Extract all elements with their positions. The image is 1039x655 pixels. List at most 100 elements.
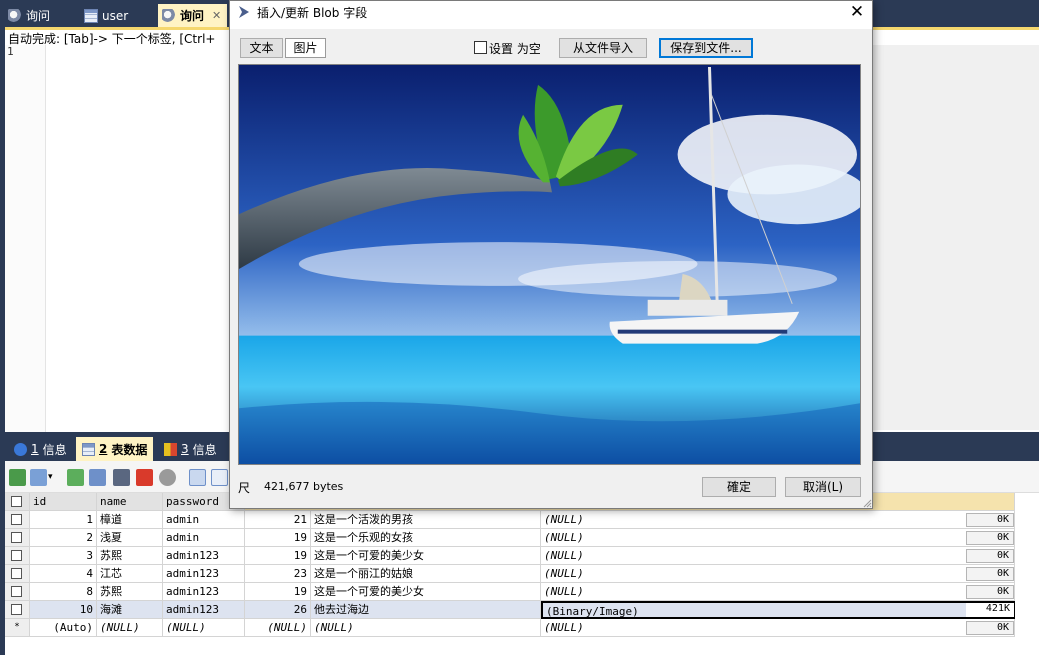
tab-number: 2 xyxy=(99,442,108,456)
close-tab-icon[interactable]: ✕ xyxy=(212,9,221,22)
tab-query-active[interactable]: 询问 ✕ xyxy=(158,4,228,27)
tab-table-data[interactable]: 2 表数据 xyxy=(76,437,154,461)
select-all-checkbox[interactable] xyxy=(11,496,22,507)
table-icon xyxy=(82,442,95,456)
cell-blob[interactable]: (NULL) xyxy=(541,619,1015,637)
cell-name[interactable]: 海滩 xyxy=(97,601,163,619)
tab-info-3[interactable]: 3 信息 xyxy=(158,438,223,460)
row-checkbox[interactable] xyxy=(11,550,22,561)
cell-password[interactable]: admin xyxy=(163,511,245,529)
row-checkbox[interactable] xyxy=(11,586,22,597)
row-selector[interactable] xyxy=(5,565,30,583)
tab-info-1[interactable]: 1 信息 xyxy=(8,438,73,460)
row-checkbox[interactable] xyxy=(11,532,22,543)
row-selector[interactable]: * xyxy=(5,619,30,637)
cell-id[interactable]: 10 xyxy=(30,601,97,619)
column-header-name[interactable]: name xyxy=(97,493,163,511)
tab-user-table[interactable]: user xyxy=(80,4,134,27)
cell-password[interactable]: (NULL) xyxy=(163,619,245,637)
cell-name[interactable]: (NULL) xyxy=(97,619,163,637)
delete-icon[interactable] xyxy=(136,469,153,486)
save-icon[interactable] xyxy=(113,469,130,486)
cell-password[interactable]: admin123 xyxy=(163,547,245,565)
cell-desc[interactable]: (NULL) xyxy=(311,619,541,637)
duplicate-row-icon[interactable] xyxy=(89,469,106,486)
row-checkbox[interactable] xyxy=(11,568,22,579)
blob-size-box[interactable]: 0K xyxy=(966,549,1014,563)
import-icon[interactable] xyxy=(30,469,47,486)
cell-blob[interactable]: (NULL) xyxy=(541,511,1015,529)
cell-id[interactable]: 2 xyxy=(30,529,97,547)
row-selector[interactable] xyxy=(5,547,30,565)
cell-age[interactable]: 19 xyxy=(245,583,311,601)
cell-age[interactable]: 23 xyxy=(245,565,311,583)
blob-size-box[interactable]: 0K xyxy=(966,567,1014,581)
cell-desc[interactable]: 这是一个丽江的姑娘 xyxy=(311,565,541,583)
cell-name[interactable]: 江芯 xyxy=(97,565,163,583)
blob-size-box[interactable]: 0K xyxy=(966,531,1014,545)
cell-age[interactable]: 26 xyxy=(245,601,311,619)
cell-age[interactable]: 19 xyxy=(245,547,311,565)
form-view-icon[interactable] xyxy=(211,469,228,486)
blob-size-box[interactable]: 0K xyxy=(966,513,1014,527)
tab-image[interactable]: 图片 xyxy=(285,38,326,58)
query-icon xyxy=(8,8,22,23)
cell-id[interactable]: 8 xyxy=(30,583,97,601)
info-icon xyxy=(14,442,27,456)
tab-query-1[interactable]: 询问 xyxy=(4,4,56,27)
tab-label: 信息 xyxy=(42,442,67,457)
cell-id[interactable]: 4 xyxy=(30,565,97,583)
cancel-icon[interactable] xyxy=(159,469,176,486)
row-selector[interactable] xyxy=(5,529,30,547)
import-from-file-button[interactable]: 从文件导入 xyxy=(559,38,647,58)
cell-password[interactable]: admin123 xyxy=(163,601,245,619)
cell-password[interactable]: admin123 xyxy=(163,583,245,601)
select-all-cell[interactable] xyxy=(5,493,30,511)
cell-name[interactable]: 苏熙 xyxy=(97,583,163,601)
cell-name[interactable]: 浅夏 xyxy=(97,529,163,547)
close-icon[interactable]: ✕ xyxy=(846,2,868,22)
image-size-icon: 尺 xyxy=(238,481,251,495)
set-null-checkbox[interactable] xyxy=(474,41,487,54)
cell-age[interactable]: 19 xyxy=(245,529,311,547)
column-header-id[interactable]: id xyxy=(30,493,97,511)
row-selector[interactable] xyxy=(5,601,30,619)
set-null-label: 设置 为空 xyxy=(489,42,541,56)
cell-desc[interactable]: 这是一个乐观的女孩 xyxy=(311,529,541,547)
blob-size-box[interactable]: 0K xyxy=(966,585,1014,599)
cell-name[interactable]: 樟道 xyxy=(97,511,163,529)
cell-desc[interactable]: 他去过海边 xyxy=(311,601,541,619)
tab-text[interactable]: 文本 xyxy=(240,38,283,58)
cell-blob[interactable]: (NULL) xyxy=(541,565,1015,583)
cell-password[interactable]: admin xyxy=(163,529,245,547)
row-selector[interactable] xyxy=(5,511,30,529)
cell-age[interactable]: 21 xyxy=(245,511,311,529)
chevron-down-icon[interactable]: ▾ xyxy=(48,469,56,486)
cell-desc[interactable]: 这是一个可爱的美少女 xyxy=(311,547,541,565)
insert-row-icon[interactable] xyxy=(67,469,84,486)
ok-button[interactable]: 確定 xyxy=(702,477,776,497)
cell-blob[interactable]: (NULL) xyxy=(541,529,1015,547)
row-checkbox[interactable] xyxy=(11,514,22,525)
cell-id[interactable]: 3 xyxy=(30,547,97,565)
cell-desc[interactable]: 这是一个活泼的男孩 xyxy=(311,511,541,529)
cell-name[interactable]: 苏熙 xyxy=(97,547,163,565)
cloud xyxy=(727,164,860,225)
save-to-file-button[interactable]: 保存到文件... xyxy=(659,38,753,58)
cell-blob[interactable]: (NULL) xyxy=(541,583,1015,601)
cell-desc[interactable]: 这是一个可爱的美少女 xyxy=(311,583,541,601)
cell-id[interactable]: 1 xyxy=(30,511,97,529)
cell-password[interactable]: admin123 xyxy=(163,565,245,583)
resize-grip-icon[interactable] xyxy=(862,498,872,508)
blob-size-box[interactable]: 421K xyxy=(966,603,1014,617)
cell-blob[interactable]: (NULL) xyxy=(541,547,1015,565)
grid-view-icon[interactable] xyxy=(189,469,206,486)
row-checkbox[interactable] xyxy=(11,604,22,615)
cell-id[interactable]: (Auto) xyxy=(30,619,97,637)
cell-age[interactable]: (NULL) xyxy=(245,619,311,637)
cell-blob[interactable]: (Binary/Image) xyxy=(541,601,1015,619)
row-selector[interactable] xyxy=(5,583,30,601)
blob-size-box[interactable]: 0K xyxy=(966,621,1014,635)
export-icon[interactable] xyxy=(9,469,26,486)
cancel-button[interactable]: 取消(L) xyxy=(785,477,861,497)
